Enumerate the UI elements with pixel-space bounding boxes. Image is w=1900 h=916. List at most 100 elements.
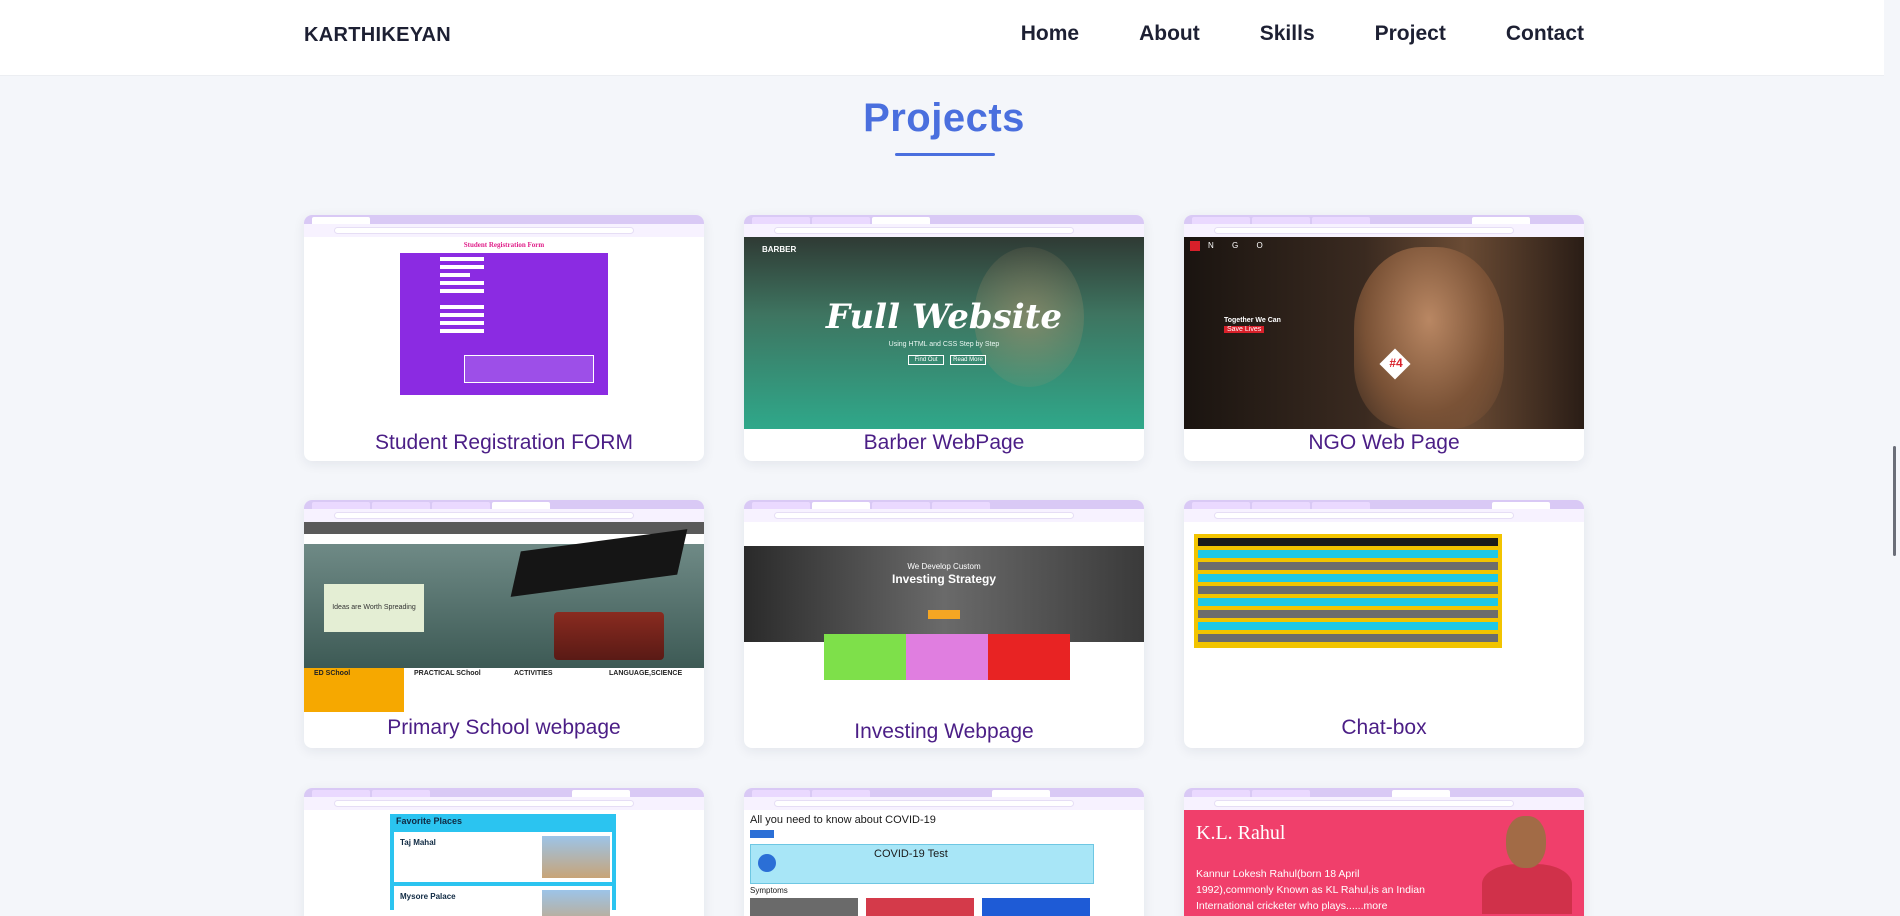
player-photo-head (1506, 816, 1546, 868)
nav-link-about[interactable]: About (1139, 22, 1200, 46)
chat-header (1198, 538, 1498, 546)
place-image (542, 890, 610, 916)
browser-address-bar (744, 797, 1144, 810)
project-title: Chat-box (1341, 716, 1427, 739)
page-heading: All you need to know about COVID-19 (750, 814, 936, 826)
chat-message (1198, 634, 1498, 642)
project-title: Investing Webpage (854, 720, 1034, 743)
place-name: Mysore Palace (400, 892, 456, 901)
read-more-button (750, 830, 774, 838)
browser-tabs (1184, 788, 1584, 797)
project-card-favorite-places[interactable]: Favorite Places Taj Mahal Mysore Palace (304, 788, 704, 916)
nav-link-project[interactable]: Project (1375, 22, 1446, 46)
feature-box-red (988, 634, 1070, 680)
browser-address-bar (1184, 797, 1584, 810)
project-card-barber[interactable]: BARBER Full Website Using HTML and CSS S… (744, 215, 1144, 461)
column-title: ED SChool (314, 670, 351, 677)
browser-tabs (1184, 215, 1584, 224)
form-field (440, 265, 484, 269)
profile-name: K.L. Rahul (1196, 822, 1286, 844)
browser-address-bar (1184, 509, 1584, 522)
navbar: KARTHIKEYAN Home About Skills Project Co… (0, 0, 1900, 76)
browser-tabs (304, 500, 704, 509)
symptom-card (866, 898, 974, 916)
project-screenshot: N G O Together We Can Save Lives #4 (1184, 215, 1584, 429)
project-screenshot: Student Registration Form (304, 215, 704, 429)
hero-line-2: Investing Strategy (891, 572, 997, 586)
qualification-table (464, 355, 594, 383)
favorites-title: Favorite Places (396, 816, 463, 826)
child-photo (1354, 247, 1504, 429)
form-field (440, 321, 484, 325)
hero-line-2: Save Lives (1224, 326, 1265, 333)
nav-link-skills[interactable]: Skills (1260, 22, 1315, 46)
brand-logo[interactable]: KARTHIKEYAN (304, 24, 451, 47)
ngo-logo-text: N G O (1208, 241, 1271, 250)
chat-message (1198, 622, 1498, 630)
hero-line-1: We Develop Custom (907, 562, 981, 571)
place-image (542, 836, 610, 878)
form-heading: Student Registration Form (463, 241, 545, 249)
hero-line-1: Together We Can (1224, 317, 1281, 324)
browser-tabs (744, 788, 1144, 797)
test-info-title: COVID-19 Test (874, 848, 948, 860)
form-field (440, 289, 484, 293)
scrollbar-thumb[interactable] (1893, 446, 1896, 556)
project-card-covid[interactable]: All you need to know about COVID-19 COVI… (744, 788, 1144, 916)
feature-box-pink (906, 634, 988, 680)
form-field (440, 273, 470, 277)
project-card-kl-rahul[interactable]: K.L. Rahul Kannur Lokesh Rahul(born 18 A… (1184, 788, 1584, 916)
nav-link-contact[interactable]: Contact (1506, 22, 1584, 46)
browser-tabs (1184, 500, 1584, 509)
symptom-card (982, 898, 1090, 916)
browser-tabs (744, 215, 1144, 224)
project-card-ngo[interactable]: N G O Together We Can Save Lives #4 NGO … (1184, 215, 1584, 461)
browser-address-bar (744, 224, 1144, 237)
column-title: LANGUAGE,SCIENCE (609, 670, 683, 677)
feature-box-green (824, 634, 906, 680)
hero-image: BARBER Full Website Using HTML and CSS S… (744, 237, 1144, 429)
nav-link-home[interactable]: Home (1021, 22, 1079, 46)
project-title: Student Registration FORM (375, 431, 633, 454)
project-screenshot (1184, 500, 1584, 714)
column-title: ACTIVITIES (514, 670, 553, 677)
hero-button (928, 610, 960, 619)
title-underline (895, 153, 995, 156)
find-out-button: Find Out (908, 355, 944, 365)
chat-message (1198, 586, 1498, 594)
badge-number: #4 (1389, 356, 1403, 370)
browser-address-bar (304, 797, 704, 810)
project-screenshot: All you need to know about COVID-19 COVI… (744, 788, 1144, 916)
hero-subline: Using HTML and CSS Step by Step (888, 341, 1000, 348)
chat-message (1198, 550, 1498, 558)
chat-message (1198, 574, 1498, 582)
ngo-logo-icon (1190, 241, 1200, 251)
project-card-investing[interactable]: We Develop Custom Investing Strategy Inv… (744, 500, 1144, 748)
virus-icon (758, 854, 776, 872)
project-card-student-registration[interactable]: Student Registration Form Student Regist… (304, 215, 704, 461)
project-screenshot: K.L. Rahul Kannur Lokesh Rahul(born 18 A… (1184, 788, 1584, 916)
hero-image: N G O Together We Can Save Lives #4 (1184, 237, 1584, 429)
section-title: Projects (863, 96, 1025, 140)
browser-tabs (304, 788, 704, 797)
player-photo (1482, 864, 1572, 914)
symptom-card (750, 898, 858, 916)
form-field (440, 329, 484, 333)
project-card-primary-school[interactable]: Ideas are Worth Spreading ED SChool PRAC… (304, 500, 704, 748)
project-screenshot: We Develop Custom Investing Strategy (744, 500, 1144, 716)
place-name: Taj Mahal (400, 838, 436, 847)
books-image (554, 612, 664, 660)
chalkboard-text: Ideas are Worth Spreading (332, 604, 416, 611)
site-header (744, 522, 1144, 546)
chat-message (1198, 610, 1498, 618)
project-card-chat-box[interactable]: Chat-box (1184, 500, 1584, 748)
browser-address-bar (304, 224, 704, 237)
about-section (744, 680, 1144, 714)
browser-address-bar (304, 509, 704, 522)
browser-tabs (744, 500, 1144, 509)
column-title: PRACTICAL SChool (414, 670, 481, 677)
nav-menu: Home About Skills Project Contact (1021, 22, 1584, 46)
project-title: Barber WebPage (863, 431, 1025, 454)
project-title: NGO Web Page (1308, 431, 1460, 454)
symptoms-heading: Symptoms (750, 886, 788, 895)
